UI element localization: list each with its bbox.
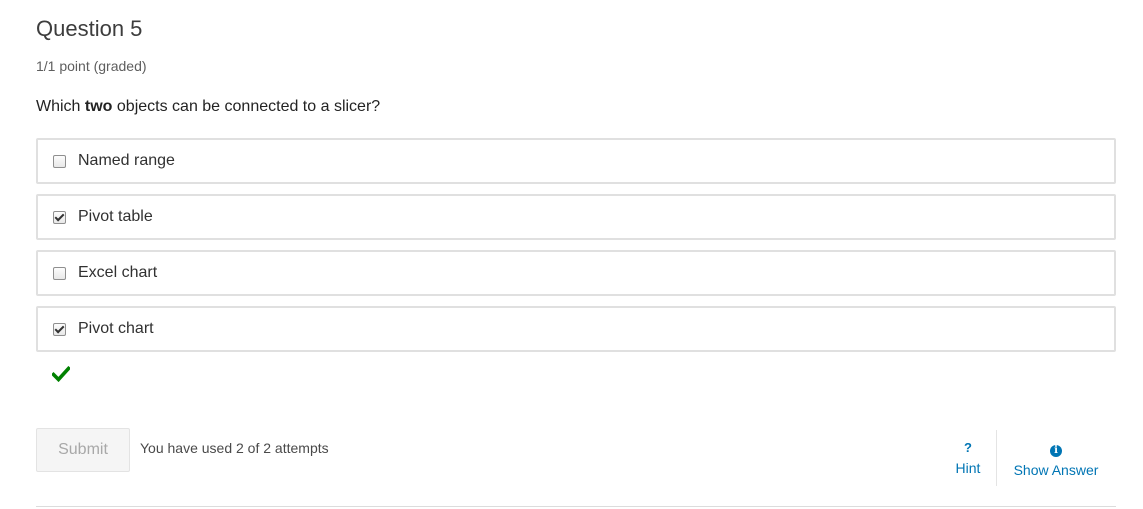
hint-label: Hint [955, 460, 981, 476]
prompt-text-end: objects can be connected to a slicer? [112, 98, 381, 115]
show-answer-button[interactable]: i Show Answer [1004, 440, 1108, 480]
prompt-text-start: Which [36, 98, 85, 115]
problem-action-bar: Submit You have used 2 of 2 attempts ? H… [36, 428, 1116, 488]
choice-label: Pivot chart [78, 320, 154, 337]
check-mark-path [52, 366, 70, 382]
info-icon: i [1050, 445, 1062, 457]
choice-checkbox[interactable] [53, 154, 66, 168]
show-answer-label: Show Answer [1013, 462, 1099, 478]
hint-button[interactable]: ? Hint [944, 440, 992, 478]
problem-score: 1/1 point (graded) [36, 58, 147, 74]
action-divider [996, 430, 997, 486]
choice-named-range[interactable]: Named range [36, 138, 1116, 184]
prompt-emphasis: two [84, 98, 113, 115]
problem-title: Question 5 [36, 16, 143, 41]
check-icon [52, 366, 70, 382]
choice-checkbox[interactable] [53, 266, 66, 280]
choice-pivot-table[interactable]: Pivot table [36, 194, 1116, 240]
choice-excel-chart[interactable]: Excel chart [36, 250, 1116, 296]
choice-label: Pivot table [78, 208, 153, 225]
choice-label: Named range [78, 152, 175, 169]
attempts-status: You have used 2 of 2 attempts [140, 440, 329, 456]
problem-container: Question 5 1/1 point (graded) Which two … [36, 0, 1116, 509]
question-prompt: Which two objects can be connected to a … [36, 96, 380, 118]
bottom-divider [36, 506, 1116, 507]
choice-checkbox[interactable] [53, 322, 66, 336]
choice-label: Excel chart [78, 264, 158, 281]
question-mark-icon: ? [964, 440, 972, 455]
choice-checkbox[interactable] [53, 210, 66, 224]
submit-button[interactable]: Submit [36, 428, 130, 472]
choice-pivot-chart[interactable]: Pivot chart [36, 306, 1116, 352]
choice-list: Named range Pivot table Excel chart Pivo… [36, 138, 1116, 362]
